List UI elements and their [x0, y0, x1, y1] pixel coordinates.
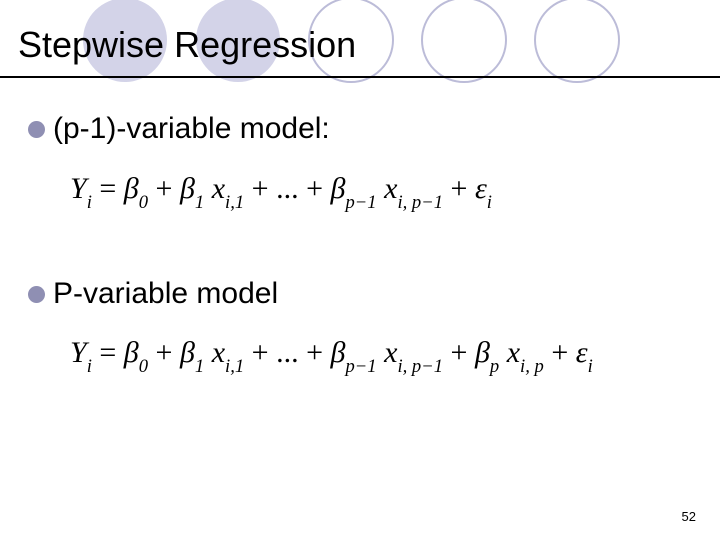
title-underline [0, 76, 720, 78]
equation-1: Yi = β0 + β1 xi,1 + ... + βp−1 xi, p−1 +… [70, 172, 492, 211]
eq2-bp1-sub: p−1 [345, 356, 376, 377]
eq2-xp-sub: i, p [520, 356, 544, 377]
eq2-xp1: x [384, 336, 397, 369]
eq2-x1: x [212, 336, 225, 369]
eq2-b0-sub: 0 [139, 356, 148, 377]
eq1-Y: Y [70, 172, 87, 205]
eq1-xp1-sub: i, p−1 [397, 192, 443, 213]
eq1-eps-sub: i [487, 192, 492, 213]
eq1-b0-sub: 0 [139, 192, 148, 213]
eq2-dots: ... [276, 336, 299, 369]
eq1-bp1: β [331, 172, 346, 205]
eq1-Y-sub: i [87, 192, 92, 213]
eq2-b1-sub: 1 [195, 356, 204, 377]
eq2-plus2: + [252, 336, 269, 369]
eq1-b0: β [124, 172, 139, 205]
equation-2: Yi = β0 + β1 xi,1 + ... + βp−1 xi, p−1 +… [70, 336, 593, 375]
eq2-plus3: + [306, 336, 330, 369]
eq1-eps: ε [475, 172, 487, 205]
eq1-plus4: + [451, 172, 475, 205]
bullet-1-text: (p-1)-variable model: [53, 112, 330, 146]
eq2-eps: ε [576, 336, 588, 369]
eq1-equals: = [99, 172, 123, 205]
eq2-plus1: + [156, 336, 173, 369]
eq1-x1: x [212, 172, 225, 205]
eq1-plus2: + [252, 172, 269, 205]
eq2-bp1: β [331, 336, 346, 369]
eq2-bp-sub: p [490, 356, 499, 377]
eq1-x1-sub: i,1 [225, 192, 244, 213]
eq1-b1: β [180, 172, 195, 205]
bullet-2: P-variable model [28, 277, 278, 311]
eq2-x1-sub: i,1 [225, 356, 244, 377]
slide-title: Stepwise Regression [18, 24, 356, 66]
eq2-bp: β [475, 336, 490, 369]
eq2-Y: Y [70, 336, 87, 369]
bullet-dot-icon [28, 121, 45, 138]
bullet-2-text: P-variable model [53, 277, 278, 311]
eq1-dots: ... [276, 172, 299, 205]
bullet-dot-icon [28, 286, 45, 303]
eq2-plus4: + [451, 336, 475, 369]
eq1-plus1: + [156, 172, 173, 205]
eq1-xp1: x [384, 172, 397, 205]
eq2-equals: = [99, 336, 123, 369]
eq2-xp: x [507, 336, 520, 369]
eq1-bp1-sub: p−1 [345, 192, 376, 213]
slide: Stepwise Regression (p-1)-variable model… [0, 0, 720, 540]
eq2-b0: β [124, 336, 139, 369]
eq2-eps-sub: i [588, 356, 593, 377]
eq1-b1-sub: 1 [195, 192, 204, 213]
eq1-plus3: + [306, 172, 330, 205]
bullet-1: (p-1)-variable model: [28, 112, 330, 146]
eq2-Y-sub: i [87, 356, 92, 377]
page-number: 52 [682, 509, 696, 524]
eq2-plus5: + [551, 336, 575, 369]
eq2-xp1-sub: i, p−1 [397, 356, 443, 377]
eq2-b1: β [180, 336, 195, 369]
